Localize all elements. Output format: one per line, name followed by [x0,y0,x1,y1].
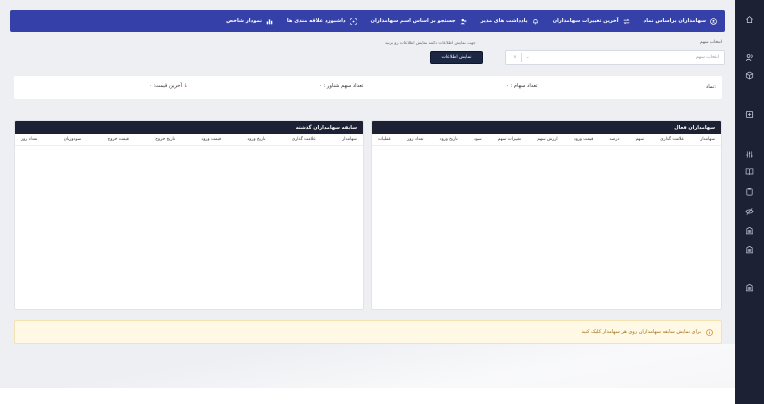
column-header[interactable]: سهامدار [700,137,715,142]
symbol-field: نماد: [706,84,716,90]
column-header[interactable]: قیمت ورود [574,137,594,142]
bar-chart-icon [266,18,273,25]
column-header[interactable]: سودوزیان [64,137,82,142]
shares-field: تعداد سهام : ۰ [506,83,537,89]
past-shareholders-panel: سابقه سهامداران گذشته سهامدار علامت گذار… [14,120,364,310]
active-shareholders-title: سهامداران فعال [372,121,721,134]
stock-select-label: انتخاب سهم [699,40,722,45]
sliders-icon[interactable] [735,148,764,160]
nav-index-chart[interactable]: نمودار شاخص [226,18,273,25]
nav-search-shareholders[interactable]: جستجو بر اساس اسم سهامداران [371,18,467,25]
nav-shareholders-by-symbol[interactable]: سهامداران براساس نماد [643,17,717,25]
users-icon[interactable] [735,51,764,63]
clipboard-icon[interactable] [735,185,764,197]
column-header[interactable]: قیمت خروج [108,137,129,142]
column-header[interactable]: علامت گذاری [660,137,684,142]
select-divider [520,53,522,62]
column-header[interactable]: ارزش سهم [537,137,557,142]
user-circle-icon [710,17,717,25]
column-header[interactable]: عملیات [378,137,391,142]
column-header[interactable]: قیمت ورود [201,137,221,142]
book-icon[interactable] [735,165,764,177]
info-icon [706,328,713,336]
clear-icon[interactable]: × [513,55,517,60]
last-price-label: آخرین قیمت: [153,83,182,89]
floating-shares-label: تعداد سهم شناور : [323,83,364,89]
active-shareholders-header: سهامدار علامت گذاری سهم درصد قیمت ورود ا… [372,134,721,146]
column-header[interactable]: تغییرات سهم [498,137,521,142]
nav-latest-changes[interactable]: آخرین تغییرات سهامداران [553,18,630,25]
show-info-button[interactable]: نمایش اطلاعات [430,51,483,64]
user-search-icon [460,18,467,25]
show-info-hint: جهت نمایش اطلاعات دکمه نمایش اطلاعات رو … [385,40,476,45]
floating-shares-value: ۰ [319,83,322,89]
cube-icon[interactable] [735,69,764,81]
bell-icon [532,18,539,25]
building-icon[interactable] [735,224,764,236]
nav-manager-notes[interactable]: یادداشت های مدیر [481,18,539,25]
footer-strip [0,388,735,404]
active-shareholders-panel: سهامداران فعال سهامدار علامت گذاری سهم د… [371,120,722,310]
background-swoosh [0,344,735,388]
building-icon[interactable] [735,243,764,255]
column-header[interactable]: تعداد روز [407,137,423,142]
nav-favorites-dashboard[interactable]: داشبورد علاقه مندی ها [286,17,357,25]
column-header[interactable]: تاریخ خروج [155,137,175,142]
show-info-button-label: نمایش اطلاعات [441,55,472,60]
main-content: سهامداران براساس نماد آخرین تغییرات سهام… [0,0,735,404]
top-nav: سهامداران براساس نماد آخرین تغییرات سهام… [10,10,725,32]
select-controls: × ⌄ [511,53,532,62]
nav-label: جستجو بر اساس اسم سهامداران [370,18,456,24]
info-alert-text: برای نمایش سابقه سهامداران روی هر سهامدا… [581,329,701,335]
column-header[interactable]: سود [474,137,482,142]
symbol-label: نماد: [705,84,716,90]
nav-label: نمودار شاخص [226,18,262,24]
swap-icon [623,18,630,25]
last-price-field: آخرین قیمت: ۰ ↓ [149,83,188,89]
column-header[interactable]: تاریخ ورود [247,137,265,142]
side-rail [735,0,764,404]
past-shareholders-title: سابقه سهامداران گذشته [15,121,363,134]
column-header[interactable]: سهم [636,137,644,142]
nav-label: داشبورد علاقه مندی ها [286,18,346,24]
column-header[interactable]: علامت گذاری [292,137,316,142]
past-shareholders-header: سهامدار علامت گذاری تاریخ ورود قیمت ورود… [15,134,363,146]
stock-select[interactable]: انتخاب سهم × ⌄ [505,50,725,65]
building-icon[interactable] [735,281,764,293]
plus-square-icon[interactable] [735,108,764,120]
chevron-down-icon[interactable]: ⌄ [526,55,530,60]
info-alert: برای نمایش سابقه سهامداران روی هر سهامدا… [14,320,722,344]
column-header[interactable]: تعداد روز [21,137,37,142]
floating-shares-field: تعداد سهم شناور : ۰ [319,83,363,89]
stock-select-placeholder: انتخاب سهم [695,55,719,60]
stock-summary: نماد: تعداد سهام : ۰ تعداد سهم شناور : ۰… [14,76,722,99]
shares-value: ۰ [506,83,509,89]
column-header[interactable]: تاریخ ورود [440,137,458,142]
column-header[interactable]: درصد [610,137,620,142]
nav-label: سهامداران براساس نماد [643,18,706,24]
nav-label: یادداشت های مدیر [480,18,528,24]
column-header[interactable]: سهامدار [342,137,357,142]
eye-slash-icon[interactable] [735,205,764,217]
nav-label: آخرین تغییرات سهامداران [552,18,619,24]
scan-icon [349,17,357,25]
home-icon[interactable] [735,13,764,25]
shares-label: تعداد سهام : [510,83,538,89]
